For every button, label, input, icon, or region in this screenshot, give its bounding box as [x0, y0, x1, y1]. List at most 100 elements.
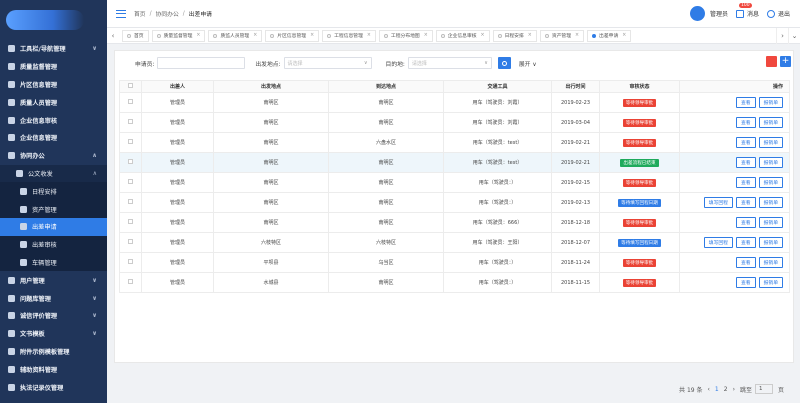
sidebar-item[interactable]: 公文收发 ∧	[0, 164, 107, 183]
tab-item[interactable]: 日程安排 ×	[492, 29, 537, 42]
applicant-input[interactable]	[157, 57, 246, 69]
row-select-cell[interactable]	[119, 232, 142, 253]
row-checkbox[interactable]	[128, 199, 133, 204]
row-checkbox[interactable]	[128, 279, 133, 284]
sidebar-item[interactable]: 文书模板 ∨	[0, 325, 107, 343]
row-action-button[interactable]: 查看	[735, 117, 756, 128]
select-all-checkbox[interactable]	[128, 83, 133, 88]
row-checkbox[interactable]	[128, 99, 133, 104]
close-icon[interactable]: ×	[310, 33, 314, 38]
row-action-button[interactable]: 查看	[735, 237, 756, 248]
sidebar-item[interactable]: 企业信息管理	[0, 129, 107, 147]
row-checkbox[interactable]	[128, 139, 133, 144]
tab-item[interactable]: 工程信息管理 ×	[322, 29, 376, 42]
row-action-button[interactable]: 查看	[735, 157, 756, 168]
add-button[interactable]: +	[780, 56, 791, 67]
messages-button[interactable]: 100 消息	[735, 3, 759, 18]
sidebar-item[interactable]: 附件示例模板管理	[0, 343, 107, 361]
page-1[interactable]: 1	[715, 386, 719, 393]
sidebar-item[interactable]: 辅助资料管理	[0, 360, 107, 378]
tab-item[interactable]: 企业信息审核 ×	[435, 29, 490, 42]
user-name[interactable]: 管理员	[710, 9, 728, 18]
row-action-button[interactable]: 填写回程	[703, 197, 733, 208]
row-checkbox[interactable]	[128, 239, 133, 244]
next-page-button[interactable]: ›	[733, 386, 735, 393]
close-icon[interactable]: ×	[424, 33, 428, 38]
to-select[interactable]: 请选择 ∨	[407, 57, 492, 69]
close-icon[interactable]: ×	[367, 33, 371, 38]
row-action-button[interactable]: 查看	[735, 97, 756, 108]
sidebar-item[interactable]: 问题库管理 ∨	[0, 289, 107, 307]
close-icon[interactable]: ×	[196, 33, 200, 38]
table-row[interactable]: 管理员 平坝县 乌当区 用车（驾驶员：） 2018-11-24 等待领导审批 查看 报销单	[119, 252, 790, 273]
row-select-cell[interactable]	[119, 212, 142, 233]
page-2[interactable]: 2	[724, 386, 728, 393]
row-select-cell[interactable]	[119, 172, 142, 193]
sidebar-item[interactable]: 出差审核	[0, 235, 107, 254]
breadcrumb-home[interactable]: 首页	[134, 9, 146, 18]
row-action-button[interactable]: 报销单	[758, 137, 783, 148]
tab-item[interactable]: 工程分布地图 ×	[378, 29, 433, 42]
breadcrumb-office[interactable]: 协同办公	[156, 9, 179, 18]
tab-item[interactable]: 出差申请 ×	[587, 29, 632, 42]
sidebar-item[interactable]: 企业信息审核	[0, 111, 107, 129]
sidebar-item[interactable]: 日程安排	[0, 182, 107, 201]
row-action-button[interactable]: 报销单	[758, 237, 783, 248]
table-row[interactable]: 管理员 南明区 南明区 用车（驾驶员：刘霞） 2019-03-04 等待领导审批 查看 报销单	[119, 112, 790, 133]
row-checkbox[interactable]	[128, 219, 133, 224]
table-row[interactable]: 管理员 南明区 南明区 用车（驾驶员：test） 2019-02-21 出差流程已结束 查看…	[119, 152, 790, 173]
row-action-button[interactable]: 报销单	[758, 197, 783, 208]
sidebar-item[interactable]: 出差申请	[0, 217, 107, 236]
tab-item[interactable]: 质量监督管理 ×	[151, 29, 206, 42]
row-checkbox[interactable]	[128, 179, 133, 184]
close-icon[interactable]: ×	[253, 33, 257, 38]
row-action-button[interactable]: 报销单	[758, 217, 783, 228]
from-select[interactable]: 请选择 ∨	[283, 57, 372, 69]
row-action-button[interactable]: 报销单	[758, 157, 783, 168]
sidebar-item[interactable]: 质量监督管理	[0, 58, 107, 76]
row-action-button[interactable]: 报销单	[758, 277, 783, 288]
sidebar-item[interactable]: 质量人员管理	[0, 93, 107, 111]
avatar[interactable]	[689, 6, 705, 21]
tabs-scroll-left-icon[interactable]: ‹	[107, 32, 119, 40]
sidebar-item[interactable]: 工具栏/导航管理 ∨	[0, 40, 107, 58]
row-select-cell[interactable]	[119, 152, 142, 173]
row-select-cell[interactable]	[119, 132, 142, 153]
sidebar-item[interactable]: 执法记录仪管理	[0, 378, 107, 396]
row-action-button[interactable]: 查看	[735, 277, 756, 288]
row-action-button[interactable]: 报销单	[758, 97, 783, 108]
row-action-button[interactable]: 查看	[735, 217, 756, 228]
tab-item[interactable]: 资产管理 ×	[539, 29, 585, 42]
sidebar-item[interactable]: 诚信评价管理 ∨	[0, 307, 107, 325]
tabs-dropdown-icon[interactable]: ⌄	[788, 27, 800, 44]
row-action-button[interactable]: 查看	[735, 257, 756, 268]
row-select-cell[interactable]	[119, 92, 142, 113]
table-row[interactable]: 管理员 六枝特区 六枝特区 用车（驾驶员：王阳） 2018-12-07 等待填写回程日期填…	[119, 232, 790, 253]
row-checkbox[interactable]	[128, 159, 133, 164]
close-icon[interactable]: ×	[481, 33, 485, 38]
row-select-cell[interactable]	[119, 192, 142, 213]
sidebar-item[interactable]: 资产管理	[0, 200, 107, 218]
row-action-button[interactable]: 报销单	[758, 117, 783, 128]
table-row[interactable]: 管理员 南明区 南明区 用车（驾驶员：） 2019-02-13 等待填写回程日期 填写回程查…	[119, 192, 790, 213]
row-action-button[interactable]: 查看	[735, 177, 756, 188]
row-checkbox[interactable]	[128, 119, 133, 124]
close-icon[interactable]: ×	[528, 33, 532, 38]
delete-button[interactable]	[766, 56, 777, 67]
close-icon[interactable]: ×	[575, 33, 579, 38]
tabs-scroll-right-icon[interactable]: ›	[776, 27, 788, 44]
prev-page-button[interactable]: ‹	[708, 386, 710, 393]
row-select-cell[interactable]	[119, 252, 142, 273]
sidebar-item[interactable]: 协同办公 ∧	[0, 147, 107, 165]
table-row[interactable]: 管理员 水城县 南明区 用车（驾驶员：） 2018-11-15 等待领导审批 查看 报销单	[119, 272, 790, 293]
row-action-button[interactable]: 查看	[735, 137, 756, 148]
close-icon[interactable]: ×	[622, 33, 626, 38]
row-select-cell[interactable]	[119, 272, 142, 293]
select-all-cell[interactable]	[119, 80, 142, 93]
tab-item[interactable]: 首页	[122, 29, 149, 42]
table-row[interactable]: 管理员 南明区 南明区 用车（驾驶员：） 2019-02-15 等待领导审批 查看 报销单	[119, 172, 790, 193]
jump-input[interactable]: 1	[754, 384, 773, 394]
sidebar-item[interactable]: 用户管理 ∨	[0, 271, 107, 289]
tab-item[interactable]: 质监人员管理 ×	[208, 29, 263, 42]
row-action-button[interactable]: 报销单	[758, 257, 783, 268]
